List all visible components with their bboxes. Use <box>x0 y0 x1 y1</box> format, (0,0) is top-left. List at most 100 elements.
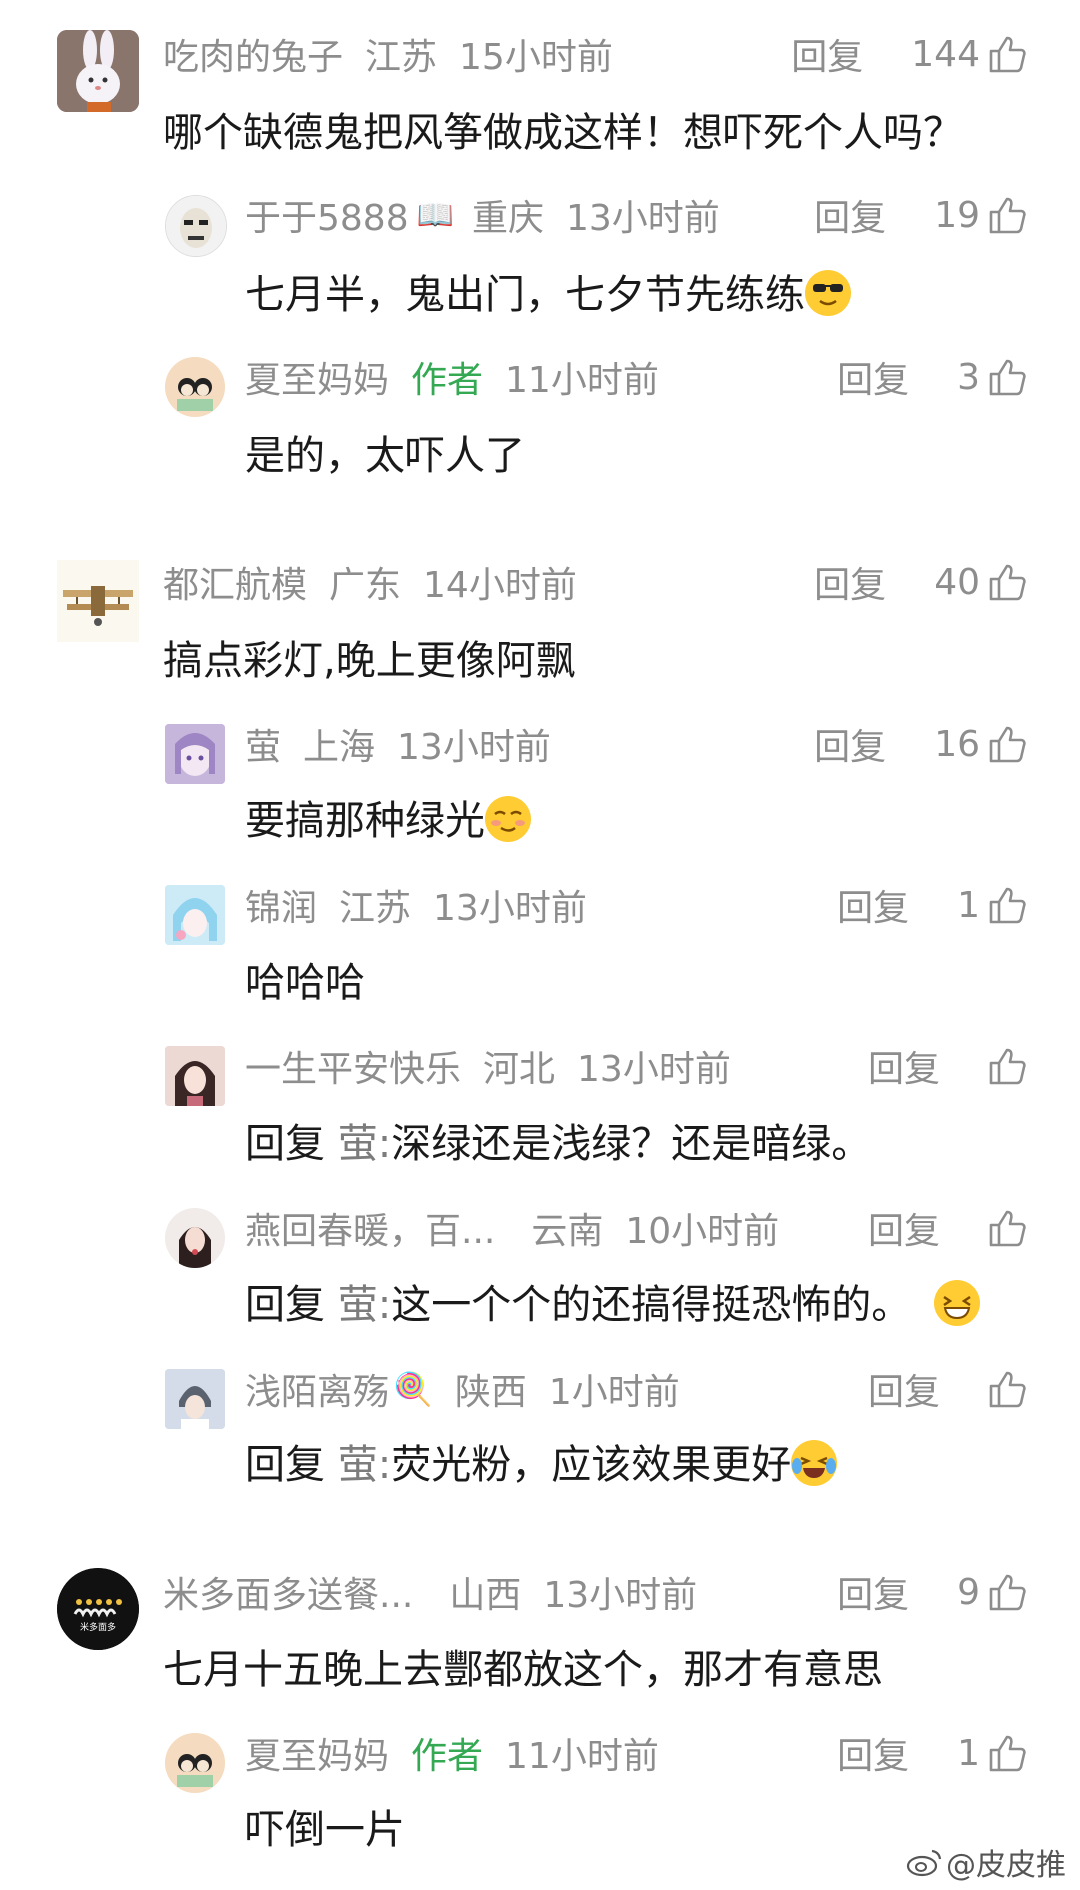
like-count: 9 <box>957 1571 980 1613</box>
comment-meta: 燕回春暖，百... 云南 10小时前 <box>245 1198 801 1258</box>
reply-button[interactable]: 回复 <box>814 718 886 770</box>
reply-button[interactable]: 回复 <box>837 1566 909 1618</box>
username[interactable]: 浅陌离殇 <box>245 1363 389 1415</box>
reply-button[interactable]: 回复 <box>837 351 909 403</box>
reply-button[interactable]: 回复 <box>814 556 886 608</box>
timestamp: 13小时前 <box>566 198 720 239</box>
comment-text: 七月半，鬼出门，七夕节先练练 <box>245 262 851 320</box>
comment-text: 回复 萤:深绿还是浅绿？还是暗绿。 <box>245 1121 872 1167</box>
comment-text: 搞点彩灯,晚上更像阿飘 <box>163 638 576 684</box>
comment-actions: 回复 <box>868 1359 1028 1419</box>
username[interactable]: 一生平安快乐 <box>245 1040 461 1092</box>
region: 云南 <box>531 1211 604 1252</box>
region: 江苏 <box>365 37 438 78</box>
avatar[interactable] <box>165 195 227 257</box>
reply-button[interactable]: 回复 <box>837 1727 909 1779</box>
comment-text: 回复 萤:这一个个的还搞得挺恐怖的。 <box>245 1272 980 1330</box>
reply-prefix: 回复 <box>245 1121 325 1167</box>
thumbs-up-icon[interactable] <box>988 1208 1028 1248</box>
comment-meta: 夏至妈妈 作者 11小时前 <box>245 347 681 407</box>
reply-button[interactable]: 回复 <box>868 1040 940 1092</box>
smirk-emoji <box>485 796 531 842</box>
comment-text: 七月十五晚上去酆都放这个，那才有意思 <box>163 1647 883 1693</box>
region: 陕西 <box>454 1372 527 1413</box>
like-count: 16 <box>934 723 980 765</box>
reply-target[interactable]: 萤: <box>338 1282 391 1328</box>
region: 河北 <box>483 1049 556 1090</box>
comment-text: 吓倒一片 <box>245 1807 405 1853</box>
username[interactable]: 都汇航模 <box>163 556 307 608</box>
avatar[interactable] <box>165 724 225 784</box>
avatar[interactable] <box>165 1733 225 1793</box>
timestamp: 13小时前 <box>397 727 551 768</box>
comment-actions: 回复 3 <box>837 347 1028 407</box>
comment-actions: 回复 144 <box>791 24 1028 84</box>
reply-button[interactable]: 回复 <box>837 879 909 931</box>
thumbs-up-icon[interactable] <box>988 724 1028 764</box>
comment-meta: 夏至妈妈 作者 11小时前 <box>245 1723 681 1783</box>
comment-meta: 萤 上海 13小时前 <box>245 714 573 774</box>
username[interactable]: 锦润 <box>245 879 317 931</box>
comment-actions: 回复 1 <box>837 875 1028 935</box>
like-count: 3 <box>957 356 980 398</box>
comment-text: 回复 萤:荧光粉，应该效果更好 <box>245 1432 838 1490</box>
comment-text: 要搞那种绿光 <box>245 788 531 846</box>
avatar[interactable]: 米多面多 <box>57 1568 139 1650</box>
reply-target[interactable]: 萤: <box>338 1442 391 1488</box>
username[interactable]: 夏至妈妈 <box>245 351 389 403</box>
reply-prefix: 回复 <box>245 1282 325 1328</box>
avatar[interactable] <box>165 1046 225 1106</box>
timestamp: 15小时前 <box>459 37 613 78</box>
reply-target[interactable]: 萤: <box>338 1121 391 1167</box>
username[interactable]: 萤 <box>245 718 281 770</box>
like-count: 19 <box>934 194 980 236</box>
username[interactable]: 吃肉的兔子 <box>163 28 343 80</box>
username[interactable]: 夏至妈妈 <box>245 1727 389 1779</box>
comment-meta: 于于5888 📖 重庆 13小时前 <box>245 185 742 245</box>
reply-button[interactable]: 回复 <box>868 1363 940 1415</box>
avatar[interactable] <box>165 357 225 417</box>
timestamp: 10小时前 <box>625 1211 780 1252</box>
thumbs-up-icon[interactable] <box>988 34 1028 74</box>
laugh-cry-emoji <box>791 1440 838 1486</box>
comment-text: 是的，太吓人了 <box>245 433 525 479</box>
reply-button[interactable]: 回复 <box>814 189 886 241</box>
timestamp: 1小时前 <box>548 1372 680 1413</box>
region: 江苏 <box>339 888 412 929</box>
timestamp: 14小时前 <box>423 565 577 606</box>
region: 广东 <box>329 565 402 606</box>
watermark: @皮皮推 <box>906 1840 1066 1884</box>
avatar[interactable] <box>165 885 225 945</box>
timestamp: 13小时前 <box>543 1575 698 1616</box>
sunglasses-emoji <box>805 270 851 316</box>
avatar[interactable] <box>165 1369 225 1429</box>
lollipop-icon: 🍭 <box>393 1370 433 1408</box>
author-badge: 作者 <box>411 360 484 401</box>
comment-actions: 回复 <box>868 1036 1028 1096</box>
thumbs-up-icon[interactable] <box>988 1733 1028 1773</box>
timestamp: 11小时前 <box>505 1736 659 1777</box>
thumbs-up-icon[interactable] <box>988 562 1028 602</box>
thumbs-up-icon[interactable] <box>988 885 1028 925</box>
comment-actions: 回复 9 <box>837 1562 1028 1622</box>
username[interactable]: 燕回春暖，百... <box>245 1202 495 1254</box>
thumbs-up-icon[interactable] <box>988 1369 1028 1409</box>
username[interactable]: 米多面多送餐... <box>163 1566 413 1618</box>
comment-meta: 都汇航模 广东 14小时前 <box>163 552 599 612</box>
thumbs-up-icon[interactable] <box>988 357 1028 397</box>
avatar[interactable] <box>57 560 139 642</box>
username[interactable]: 于于5888 <box>245 189 409 241</box>
comment-actions: 回复 1 <box>837 1723 1028 1783</box>
reply-button[interactable]: 回复 <box>868 1202 940 1254</box>
timestamp: 11小时前 <box>505 360 659 401</box>
thumbs-up-icon[interactable] <box>988 1046 1028 1086</box>
avatar[interactable] <box>57 30 139 112</box>
grin-emoji <box>933 1280 980 1326</box>
thumbs-up-icon[interactable] <box>988 195 1028 235</box>
like-count: 144 <box>911 33 980 75</box>
avatar[interactable] <box>165 1208 225 1268</box>
thumbs-up-icon[interactable] <box>988 1572 1028 1612</box>
reply-button[interactable]: 回复 <box>791 28 863 80</box>
like-count: 1 <box>957 1732 980 1774</box>
comment-text: 哈哈哈 <box>245 960 365 1006</box>
